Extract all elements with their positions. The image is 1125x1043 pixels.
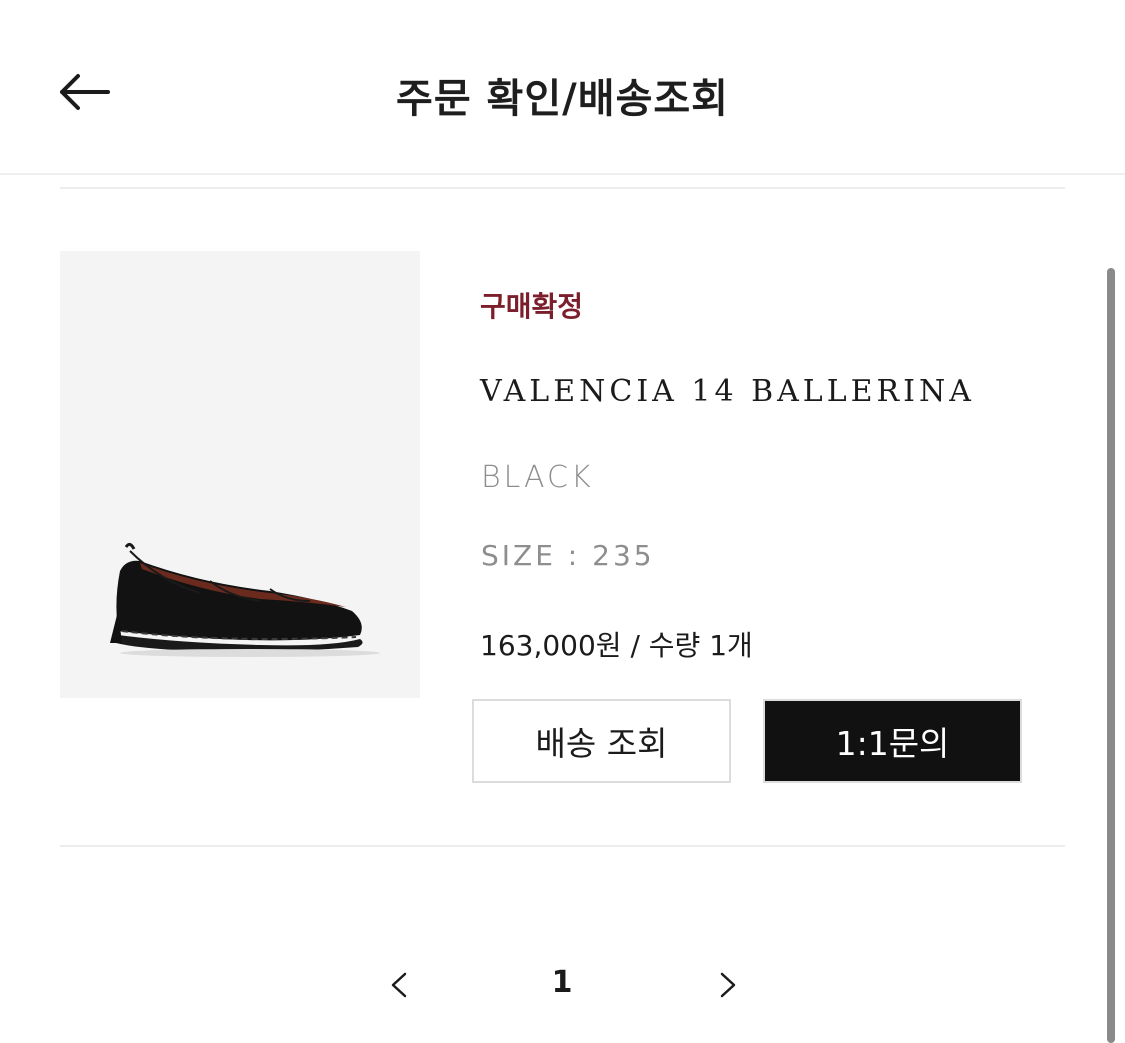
pagination-next-button[interactable] [712,968,742,1002]
chevron-right-icon [720,972,736,998]
pagination-prev-button[interactable] [385,968,415,1002]
shoe-image [110,542,380,657]
product-name[interactable]: VALENCIA 14 BALLERINA [480,374,975,409]
scrollbar[interactable] [1107,268,1115,1043]
product-size: SIZE : 235 [481,539,655,572]
divider [60,845,1065,847]
order-status: 구매확정 [480,290,584,323]
track-delivery-button[interactable]: 배송 조회 [472,699,731,783]
header: 주문 확인/배송조회 [0,0,1125,175]
product-color: BLACK [481,460,594,495]
pagination-current-page[interactable]: 1 [540,965,584,1000]
divider [60,187,1065,189]
page-title: 주문 확인/배송조회 [396,76,729,122]
price-quantity: 163,000원 / 수량 1개 [480,629,753,662]
product-image[interactable] [60,251,420,698]
inquiry-button[interactable]: 1:1문의 [763,699,1022,783]
chevron-left-icon [391,972,407,998]
